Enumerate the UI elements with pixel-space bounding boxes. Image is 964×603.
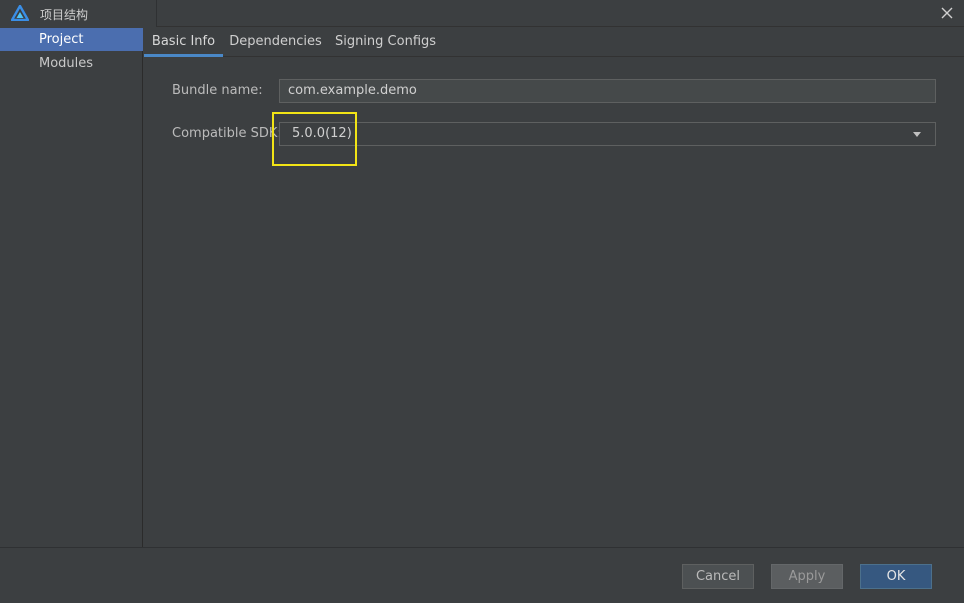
title-bar: 项目结构 [0,0,964,27]
close-icon[interactable] [936,3,958,23]
main-content: Basic Info Dependencies Signing Configs … [144,28,964,547]
chevron-down-icon [913,132,921,137]
compatible-sdk-value: 5.0.0(12) [292,126,352,141]
bundle-name-label: Bundle name: [172,83,263,98]
deveco-logo-icon [10,4,30,22]
title-bar-tab: 项目结构 [0,0,157,27]
window-title: 项目结构 [40,8,89,22]
apply-button[interactable]: Apply [771,564,843,589]
bundle-name-field[interactable]: com.example.demo [279,79,936,103]
compatible-sdk-dropdown[interactable]: 5.0.0(12) [279,122,936,146]
sidebar-item-project[interactable]: Project [0,28,143,51]
active-tab-indicator [144,54,223,57]
tab-dependencies[interactable]: Dependencies [227,28,324,57]
compatible-sdk-label: Compatible SDK: [172,126,282,141]
sidebar: Project Modules [0,28,143,547]
ok-button[interactable]: OK [860,564,932,589]
dialog-footer: Cancel Apply OK [0,547,964,603]
sidebar-item-modules[interactable]: Modules [0,52,143,75]
tab-bar: Basic Info Dependencies Signing Configs [144,28,964,57]
tab-signing-configs[interactable]: Signing Configs [334,28,437,57]
tab-basic-info[interactable]: Basic Info [144,28,223,57]
cancel-button[interactable]: Cancel [682,564,754,589]
